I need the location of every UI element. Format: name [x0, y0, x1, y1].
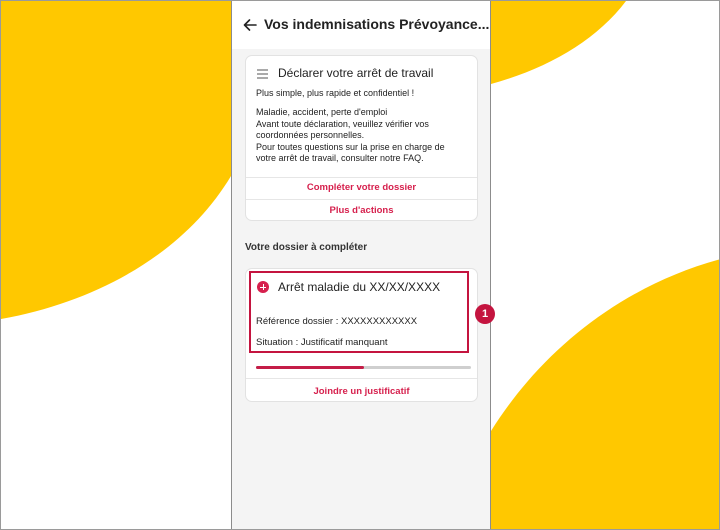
yellow-shape-top-right	[491, 1, 626, 84]
arrow-left-icon[interactable]	[242, 15, 258, 35]
declare-card-description: Maladie, accident, perte d'emploi Avant …	[256, 107, 445, 165]
divider	[246, 378, 477, 379]
menu-lines-icon	[257, 69, 268, 79]
description-line: votre arrêt de travail, consulter notre …	[256, 153, 424, 163]
app-bar: Vos indemnisations Prévoyance...	[232, 1, 490, 49]
description-line: Maladie, accident, perte d'emploi	[256, 107, 388, 117]
attach-document-link[interactable]: Joindre un justificatif	[246, 386, 477, 397]
step-badge: 1	[475, 304, 495, 324]
page-title: Vos indemnisations Prévoyance...	[264, 16, 490, 32]
yellow-shape-bottom-right	[491, 259, 719, 529]
more-actions-link[interactable]: Plus d'actions	[246, 205, 477, 216]
description-line: Avant toute déclaration, veuillez vérifi…	[256, 118, 429, 129]
declare-card-title: Déclarer votre arrêt de travail	[278, 66, 434, 80]
dossier-progress-fill	[256, 366, 364, 369]
dossier-progress-bar	[256, 366, 471, 369]
phone-screen: Vos indemnisations Prévoyance... Déclare…	[231, 1, 491, 529]
slide-frame: Vos indemnisations Prévoyance... Déclare…	[0, 0, 720, 530]
description-line: coordonnées personnelles.	[256, 130, 365, 140]
section-title: Votre dossier à compléter	[245, 242, 368, 253]
divider	[246, 199, 477, 200]
declare-card: Déclarer votre arrêt de travail Plus sim…	[245, 55, 478, 221]
divider	[246, 177, 477, 178]
yellow-shape-top-left	[1, 1, 231, 319]
complete-dossier-link[interactable]: Compléter votre dossier	[246, 182, 477, 193]
highlight-box	[249, 271, 469, 353]
description-line: Pour toutes questions sur la prise en ch…	[256, 141, 445, 152]
declare-card-subtitle: Plus simple, plus rapide et confidentiel…	[256, 88, 415, 98]
